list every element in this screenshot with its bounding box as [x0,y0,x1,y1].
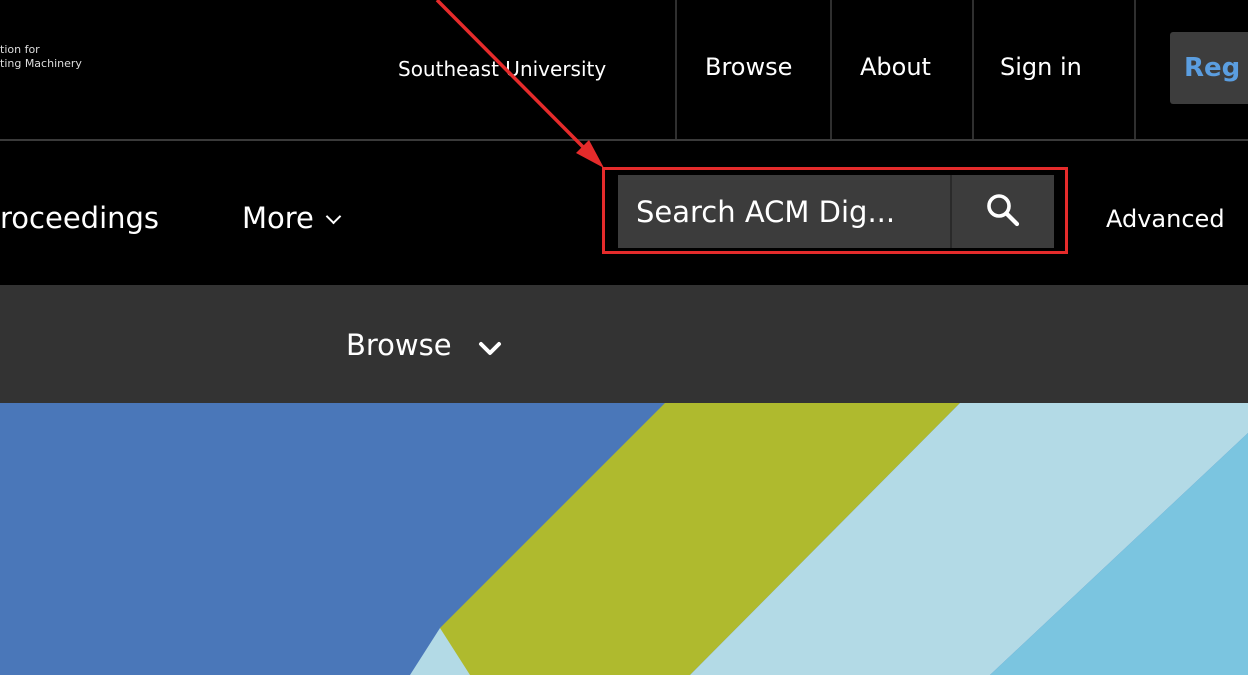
browse-dropdown-label: Browse [346,328,452,362]
hero-banner [0,403,1248,675]
header-divider [1134,0,1136,139]
org-name-line-2: ting Machinery [0,57,82,70]
institution-name: Southeast University [398,57,607,81]
org-logo-text[interactable]: tion for ting Machinery [0,43,82,71]
register-button[interactable]: Reg [1170,32,1248,104]
header-link-sign-in[interactable]: Sign in [1000,50,1082,84]
header-divider [830,0,832,139]
search-highlight-box [602,167,1068,254]
chevron-down-icon [325,208,342,225]
sub-nav-bar: Browse [0,285,1248,403]
top-header: tion for ting Machinery Southeast Univer… [0,0,1248,139]
org-name-line-1: tion for [0,43,40,56]
nav-item-proceedings[interactable]: roceedings [0,198,159,238]
header-divider [675,0,677,139]
header-link-browse[interactable]: Browse [705,50,792,84]
nav-item-more[interactable]: More [242,198,342,238]
header-link-about[interactable]: About [860,50,931,84]
header-divider [972,0,974,139]
advanced-search-link[interactable]: Advanced [1106,199,1225,239]
chevron-down-icon [478,342,501,355]
nav-item-more-label: More [242,201,314,235]
browse-dropdown[interactable]: Browse [346,325,502,365]
